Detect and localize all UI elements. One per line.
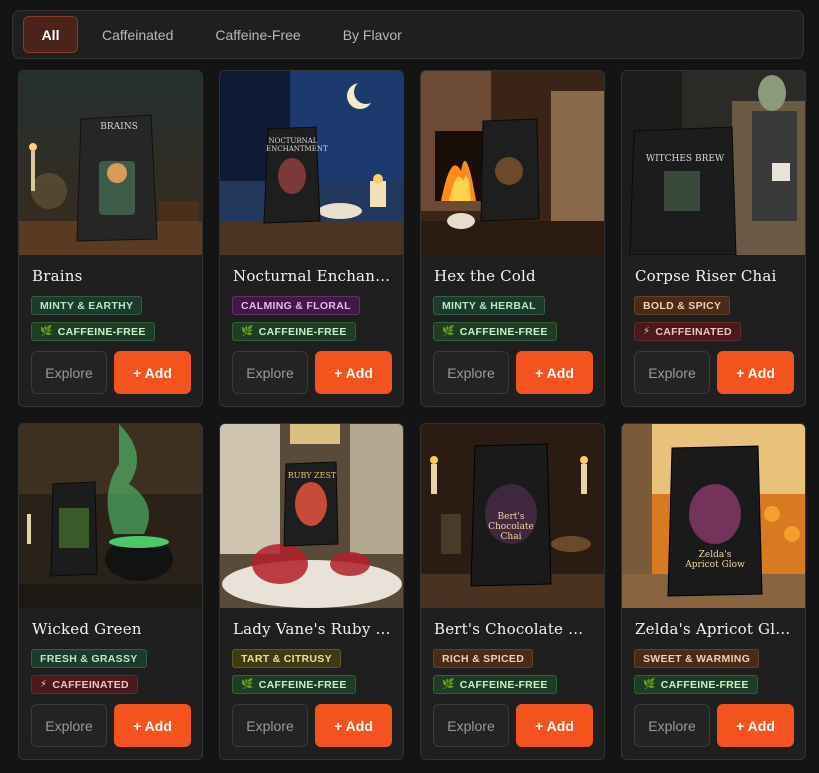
product-image[interactable]: Zelda's Apricot Glow	[622, 424, 805, 608]
product-grid: BRAINS Brains MINTY & EARTHY 🌿 CAFFEINE-F…	[18, 70, 806, 760]
caffeine-badge: 🌿 CAFFEINE-FREE	[232, 322, 356, 341]
product-title: Corpse Riser Chai	[635, 267, 777, 285]
add-button[interactable]: + Add	[717, 704, 794, 747]
caffeine-badge: 🌿 CAFFEINE-FREE	[31, 322, 155, 341]
bag-label: WITCHES BREW	[645, 154, 725, 164]
product-card: Hex the Cold MINTY & HERBAL 🌿 CAFFEINE-FR…	[420, 70, 605, 407]
product-title: Zelda's Apricot Glow	[635, 620, 795, 638]
product-card: Bert's Chocolate Chai Bert's Chocolate C…	[420, 423, 605, 760]
product-image[interactable]: WITCHES BREW	[622, 71, 805, 255]
add-button[interactable]: + Add	[114, 704, 191, 747]
flavor-badge: CALMING & FLORAL	[232, 296, 360, 315]
product-title: Lady Vane's Ruby Zest	[233, 620, 393, 638]
explore-button[interactable]: Explore	[433, 704, 509, 747]
flavor-badge: MINTY & HERBAL	[433, 296, 545, 315]
product-image[interactable]	[19, 424, 202, 608]
flavor-badge: RICH & SPICED	[433, 649, 534, 668]
product-title: Hex the Cold	[434, 267, 536, 285]
flavor-badge: BOLD & SPICY	[634, 296, 731, 315]
lightning-icon: ⚡	[40, 679, 48, 690]
bag-label: Zelda's Apricot Glow	[685, 550, 745, 570]
bag-label: NOCTURNAL ENCHANTMENT	[266, 137, 328, 153]
add-button[interactable]: + Add	[315, 704, 392, 747]
product-card: Zelda's Apricot Glow Zelda's Apricot Glo…	[621, 423, 806, 760]
flavor-badge: SWEET & WARMING	[634, 649, 760, 668]
explore-button[interactable]: Explore	[433, 351, 509, 394]
explore-button[interactable]: Explore	[232, 351, 308, 394]
tab-caffeine-free[interactable]: Caffeine-Free	[197, 16, 318, 53]
bag-label: BRAINS	[100, 122, 138, 132]
product-title: Bert's Chocolate Chai	[434, 620, 594, 638]
product-card: Wicked Green FRESH & GRASSY ⚡ CAFFEINATED…	[18, 423, 203, 760]
explore-button[interactable]: Explore	[31, 704, 107, 747]
tab-by-flavor[interactable]: By Flavor	[325, 16, 420, 53]
product-card: NOCTURNAL ENCHANTMENT Nocturnal Enchantm…	[219, 70, 404, 407]
product-title: Wicked Green	[32, 620, 142, 638]
leaf-icon: 🌿	[40, 326, 53, 337]
bag-label: Bert's Chocolate Chai	[488, 512, 534, 542]
leaf-icon: 🌿	[241, 326, 254, 337]
explore-button[interactable]: Explore	[31, 351, 107, 394]
flavor-badge: FRESH & GRASSY	[31, 649, 147, 668]
product-image[interactable]: NOCTURNAL ENCHANTMENT	[220, 71, 403, 255]
lightning-icon: ⚡	[643, 326, 651, 337]
product-title: Brains	[32, 267, 83, 285]
product-card: BRAINS Brains MINTY & EARTHY 🌿 CAFFEINE-F…	[18, 70, 203, 407]
tab-all[interactable]: All	[23, 16, 78, 53]
product-card: RUBY ZEST Lady Vane's Ruby Zest TART & C…	[219, 423, 404, 760]
filter-tab-bar: All Caffeinated Caffeine-Free By Flavor	[12, 10, 804, 59]
caffeine-badge: 🌿 CAFFEINE-FREE	[433, 675, 557, 694]
product-image[interactable]: BRAINS	[19, 71, 202, 255]
tab-caffeinated[interactable]: Caffeinated	[84, 16, 191, 53]
leaf-icon: 🌿	[442, 326, 455, 337]
leaf-icon: 🌿	[442, 679, 455, 690]
flavor-badge: MINTY & EARTHY	[31, 296, 143, 315]
caffeine-badge: 🌿 CAFFEINE-FREE	[232, 675, 356, 694]
explore-button[interactable]: Explore	[232, 704, 308, 747]
leaf-icon: 🌿	[643, 679, 656, 690]
add-button[interactable]: + Add	[516, 351, 593, 394]
caffeine-badge: ⚡ CAFFEINATED	[634, 322, 741, 341]
leaf-icon: 🌿	[241, 679, 254, 690]
add-button[interactable]: + Add	[516, 704, 593, 747]
bag-label: RUBY ZEST	[287, 471, 337, 480]
product-image[interactable]: Bert's Chocolate Chai	[421, 424, 604, 608]
caffeine-badge: 🌿 CAFFEINE-FREE	[433, 322, 557, 341]
flavor-badge: TART & CITRUSY	[232, 649, 341, 668]
product-image[interactable]: RUBY ZEST	[220, 424, 403, 608]
explore-button[interactable]: Explore	[634, 351, 710, 394]
product-card: WITCHES BREW Corpse Riser Chai BOLD & SP…	[621, 70, 806, 407]
caffeine-badge: 🌿 CAFFEINE-FREE	[634, 675, 758, 694]
add-button[interactable]: + Add	[717, 351, 794, 394]
product-image[interactable]	[421, 71, 604, 255]
caffeine-badge: ⚡ CAFFEINATED	[31, 675, 138, 694]
add-button[interactable]: + Add	[315, 351, 392, 394]
add-button[interactable]: + Add	[114, 351, 191, 394]
explore-button[interactable]: Explore	[634, 704, 710, 747]
product-title: Nocturnal Enchantment	[233, 267, 393, 285]
